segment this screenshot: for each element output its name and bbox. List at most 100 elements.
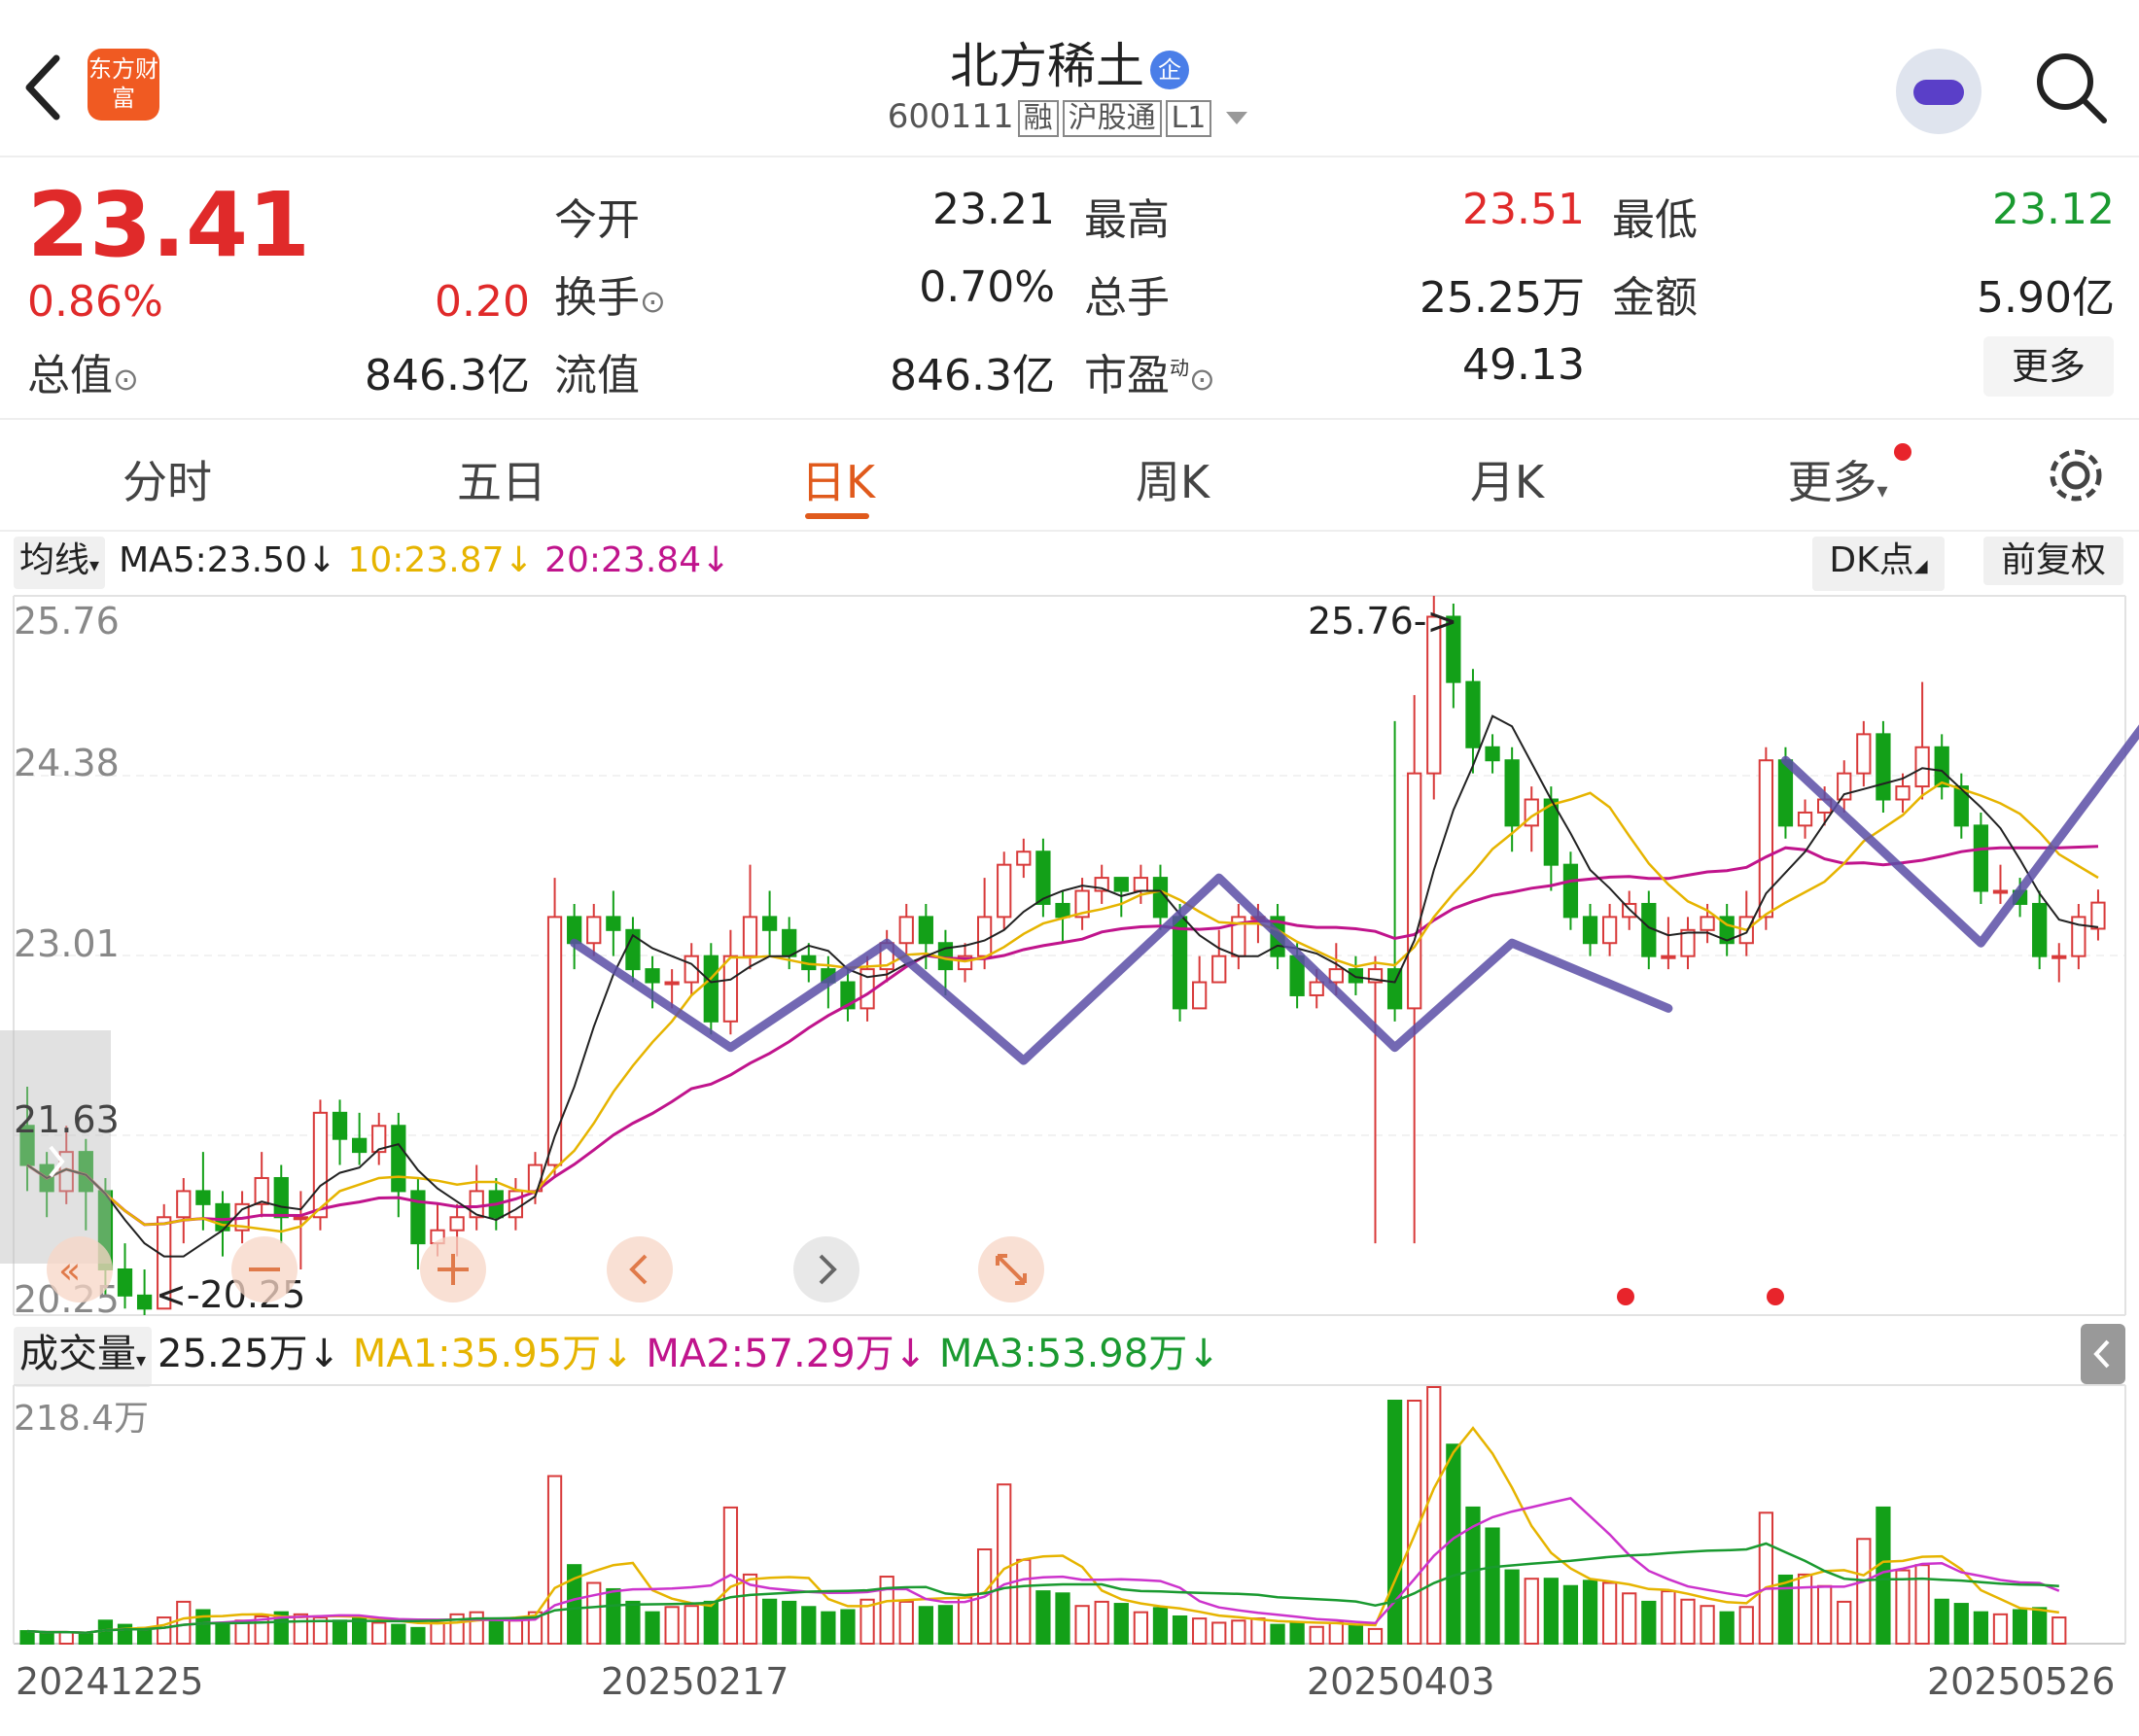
high-label: 最高 <box>1084 195 1170 245</box>
fast-back-button[interactable]: « <box>47 1236 113 1302</box>
y-tick-label: 25.76 <box>14 600 120 642</box>
candle <box>2071 903 2086 970</box>
volume-bar <box>664 1606 680 1646</box>
volume-bar <box>352 1617 368 1646</box>
x-axis-label: 20250526 <box>1927 1660 2116 1703</box>
volume-bar <box>782 1600 797 1646</box>
candle <box>352 1112 368 1165</box>
candle <box>606 890 621 956</box>
volume-bar <box>1485 1527 1500 1645</box>
candle <box>1797 799 1813 839</box>
candle <box>625 917 641 983</box>
volume-bar <box>1152 1607 1169 1645</box>
volume-bar <box>19 1630 35 1645</box>
candle <box>469 1164 484 1231</box>
volume-bar <box>1601 1581 1618 1646</box>
step-left-button[interactable] <box>607 1236 673 1302</box>
amount-value: 5.90亿 <box>1977 273 2115 323</box>
volume-bar <box>1777 1574 1794 1645</box>
volume-bar <box>997 1483 1012 1645</box>
volume-legend: 成交量▾ 25.25万↓ MA1:35.95万↓ MA2:57.29万↓ MA3:… <box>14 1327 1220 1387</box>
zoom-out-button[interactable] <box>231 1236 298 1302</box>
pe-label: 市盈动⊙ <box>1084 351 1215 400</box>
settings-button[interactable] <box>2042 441 2110 509</box>
volume-bar <box>801 1606 817 1646</box>
volume-bar <box>2051 1616 2067 1645</box>
info-icon[interactable]: ⊙ <box>113 361 139 398</box>
signal-dot <box>1767 1288 1784 1305</box>
volume-bar <box>1035 1590 1051 1646</box>
step-right-button[interactable] <box>793 1236 859 1302</box>
candle <box>1113 877 1129 918</box>
volume-bar <box>1738 1606 1754 1646</box>
volume-bar <box>1562 1584 1579 1645</box>
assistant-avatar[interactable] <box>1896 49 1981 134</box>
search-button[interactable] <box>2032 49 2110 126</box>
tab-five-day[interactable]: 五日 <box>404 447 599 511</box>
float-value: 846.3亿 <box>890 351 1055 400</box>
info-icon[interactable]: ⊙ <box>640 283 666 320</box>
volume-chart[interactable]: 218.4万 <box>0 1383 2139 1646</box>
open-value: 23.21 <box>932 185 1055 234</box>
tab-daily-k[interactable]: 日K <box>741 447 935 511</box>
indicator-selector[interactable]: 均线▾ <box>14 537 106 589</box>
tab-weekly-k[interactable]: 周K <box>1075 447 1270 511</box>
turnover-value: 0.70% <box>919 262 1055 312</box>
candle <box>2090 889 2106 941</box>
ma20-value: 20:23.84↓ <box>544 540 731 580</box>
candlestick-chart[interactable]: 25.76 24.38 23.01 20.25 25.76-> <-20.25 … <box>0 593 2139 1317</box>
stock-title[interactable]: 北方稀土企 <box>0 27 2139 97</box>
volume-bar <box>1016 1558 1032 1645</box>
candle <box>1485 734 1500 774</box>
adjust-button[interactable]: 前复权 <box>1983 537 2123 585</box>
volume-bar <box>1133 1611 1149 1645</box>
volume-bar <box>1250 1617 1266 1646</box>
volume-bar <box>879 1576 894 1645</box>
volume-bar <box>1837 1600 1852 1646</box>
volume-bar <box>1543 1578 1559 1645</box>
candle <box>371 1112 387 1165</box>
volume-bar <box>1953 1603 1969 1645</box>
volume-bar <box>78 1633 93 1645</box>
candle <box>117 1243 133 1309</box>
connect-tag: 沪股通 <box>1062 100 1162 137</box>
side-panel-toggle[interactable]: 21.63 <box>0 1030 120 1264</box>
volume-bar <box>176 1600 192 1646</box>
stock-subtitle[interactable]: 600111 融沪股通 L1 <box>0 97 2139 137</box>
volume-indicator-selector[interactable]: 成交量▾ <box>14 1327 153 1387</box>
pe-value: 49.13 <box>1462 340 1585 390</box>
candle <box>508 1177 524 1231</box>
dk-point-button[interactable]: DK点◢ <box>1812 537 1945 591</box>
candle <box>1231 903 1246 970</box>
collapse-panel-button[interactable] <box>2081 1324 2125 1384</box>
partial-price-label: 21.63 <box>14 1098 120 1141</box>
candle <box>1876 720 1891 813</box>
candle <box>567 903 582 970</box>
volume-bar <box>39 1632 54 1645</box>
volume-bar <box>1641 1600 1657 1646</box>
volume-bar <box>625 1600 641 1646</box>
candle <box>957 943 973 983</box>
tab-intraday[interactable]: 分时 <box>70 447 264 511</box>
candle <box>1016 838 1032 879</box>
volume-bar <box>821 1611 836 1645</box>
change-percent: 0.86% <box>27 277 163 327</box>
stock-code: 600111 <box>887 97 1014 136</box>
volume-bar <box>2032 1607 2048 1645</box>
more-fields-button[interactable]: 更多 <box>1983 336 2114 397</box>
vol-ma2: MA2:57.29万↓ <box>646 1332 928 1376</box>
tab-monthly-k[interactable]: 月K <box>1410 447 1604 511</box>
vol-ma3: MA3:53.98万↓ <box>938 1332 1220 1376</box>
zoom-in-button[interactable] <box>420 1236 486 1302</box>
candle <box>1856 720 1872 787</box>
change-amount: 0.20 <box>435 277 530 327</box>
volume-bar <box>1446 1443 1461 1645</box>
volume-bar <box>1172 1614 1188 1645</box>
volume-bar <box>1367 1627 1384 1646</box>
divider <box>0 530 2139 532</box>
volume-bar <box>1758 1511 1773 1645</box>
expand-button[interactable] <box>978 1236 1044 1302</box>
info-icon[interactable]: ⊙ <box>1189 361 1215 398</box>
max-price-marker: 25.76-> <box>1308 600 1457 642</box>
candle <box>2032 890 2048 970</box>
